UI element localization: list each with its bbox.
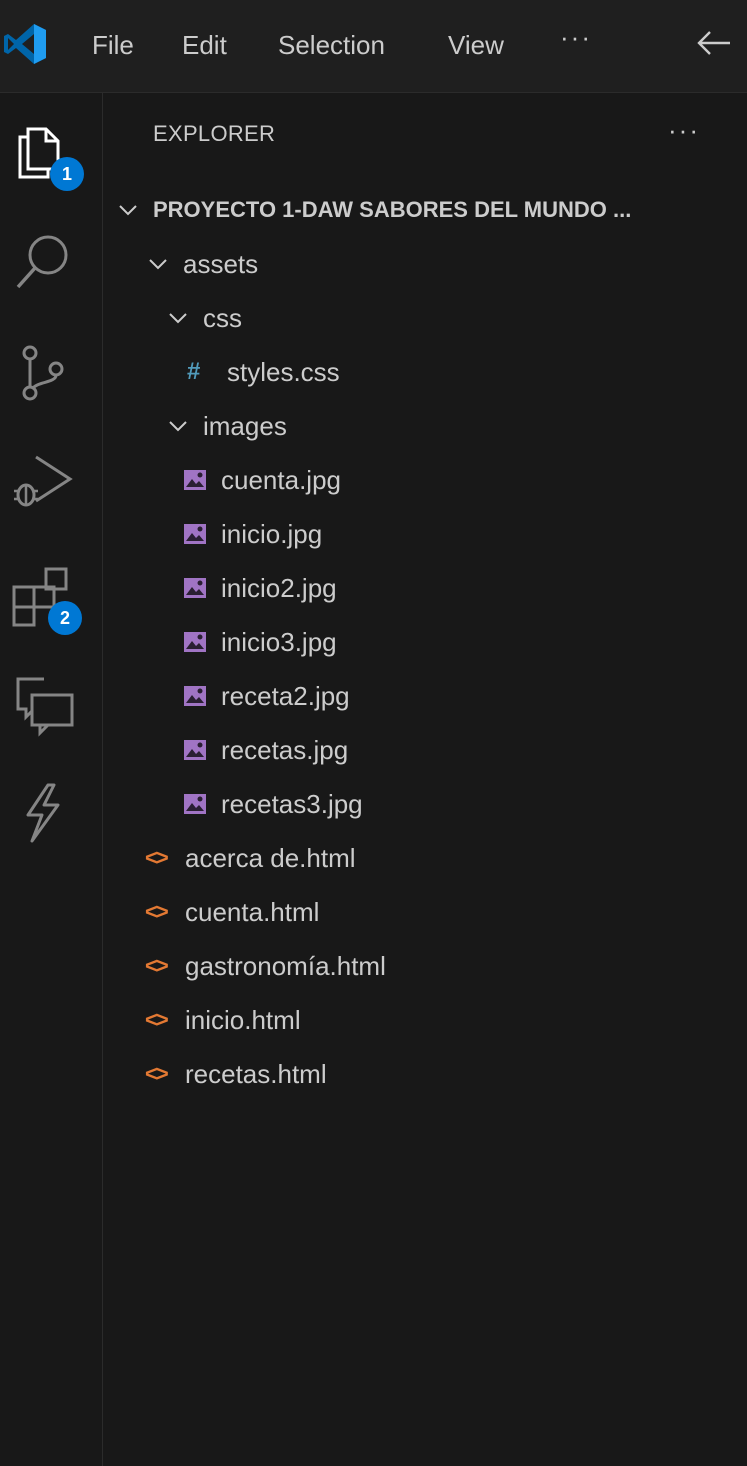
tree-file-image[interactable]: inicio2.jpg [103,561,747,615]
tree-file-image[interactable]: cuenta.jpg [103,453,747,507]
tree-file-image[interactable]: inicio3.jpg [103,615,747,669]
html-file-icon: <> [145,899,169,924]
file-label: gastronomía.html [185,950,386,981]
tree-file-image[interactable]: receta2.jpg [103,669,747,723]
css-file-icon: # [187,358,201,385]
chevron-down-icon [169,421,187,432]
tree-file-html[interactable]: <> gastronomía.html [103,939,747,993]
chevron-down-icon [119,205,137,216]
html-file-icon: <> [145,1007,169,1032]
remote-explorer-activity-button[interactable] [8,667,78,737]
folder-label: assets [183,248,259,279]
title-bar: File Edit Selection View ··· [0,0,747,93]
image-file-icon [184,524,206,544]
menu-file[interactable]: File [92,28,134,62]
image-file-icon [184,686,206,706]
lightning-icon [26,783,60,843]
folder-label: css [203,302,242,333]
file-label: acerca de.html [185,842,356,873]
image-file-icon [184,578,206,598]
file-label: recetas.html [185,1058,327,1089]
file-label: receta2.jpg [221,680,350,711]
explorer-sidebar: EXPLORER ··· PROYECTO 1-DAW SABORES DEL … [103,93,747,1466]
tree-file-html[interactable]: <> cuenta.html [103,885,747,939]
search-activity-button[interactable] [8,227,78,297]
remote-explorer-icon [16,677,74,737]
file-label: inicio2.jpg [221,572,337,603]
explorer-title: EXPLORER [153,121,276,146]
activity-bar: 1 2 [0,93,103,1466]
tree-file-image[interactable]: recetas.jpg [103,723,747,777]
file-label: inicio3.jpg [221,626,337,657]
file-label: recetas3.jpg [221,788,363,819]
tree-root-folder[interactable]: PROYECTO 1-DAW SABORES DEL MUNDO ... [103,183,747,237]
tree-folder-css[interactable]: css [103,291,747,345]
tree-folder-assets[interactable]: assets [103,237,747,291]
explorer-badge: 1 [50,157,84,191]
folder-label: images [203,410,287,441]
tree-file-html[interactable]: <> recetas.html [103,1047,747,1101]
file-label: cuenta.jpg [221,464,341,495]
html-file-icon: <> [145,845,169,870]
html-file-icon: <> [145,1061,169,1086]
root-folder-label: PROYECTO 1-DAW SABORES DEL MUNDO ... [153,197,632,222]
source-control-activity-button[interactable] [8,337,78,407]
tree-file-image[interactable]: inicio.jpg [103,507,747,561]
tree-file-image[interactable]: recetas3.jpg [103,777,747,831]
extensions-badge: 2 [48,601,82,635]
file-label: recetas.jpg [221,734,349,765]
file-label: styles.css [227,356,340,387]
back-arrow-icon[interactable] [694,26,734,60]
menu-edit[interactable]: Edit [182,28,227,62]
file-label: inicio.jpg [221,518,323,549]
tree-file-styles-css[interactable]: # styles.css [103,345,747,399]
extensions-activity-button[interactable]: 2 [8,559,82,635]
lightning-activity-button[interactable] [8,777,78,847]
menu-selection[interactable]: Selection [278,28,385,62]
tree-file-html[interactable]: <> acerca de.html [103,831,747,885]
vscode-logo-icon [4,24,46,64]
file-label: inicio.html [185,1004,301,1035]
chevron-down-icon [169,313,187,324]
menu-more-button[interactable]: ··· [560,22,592,53]
file-label: cuenta.html [185,896,320,927]
explorer-activity-button[interactable]: 1 [8,115,84,191]
menu-view[interactable]: View [448,28,504,62]
image-file-icon [184,632,206,652]
run-debug-activity-button[interactable] [8,447,78,517]
run-debug-icon [14,455,73,507]
tree-folder-images[interactable]: images [103,399,747,453]
image-file-icon [184,470,206,490]
html-file-icon: <> [145,953,169,978]
image-file-icon [184,794,206,814]
source-control-icon [22,345,64,401]
tree-file-html[interactable]: <> inicio.html [103,993,747,1047]
explorer-more-button[interactable]: ··· [668,115,700,146]
chevron-down-icon [149,259,167,270]
image-file-icon [184,740,206,760]
search-icon [16,235,68,289]
